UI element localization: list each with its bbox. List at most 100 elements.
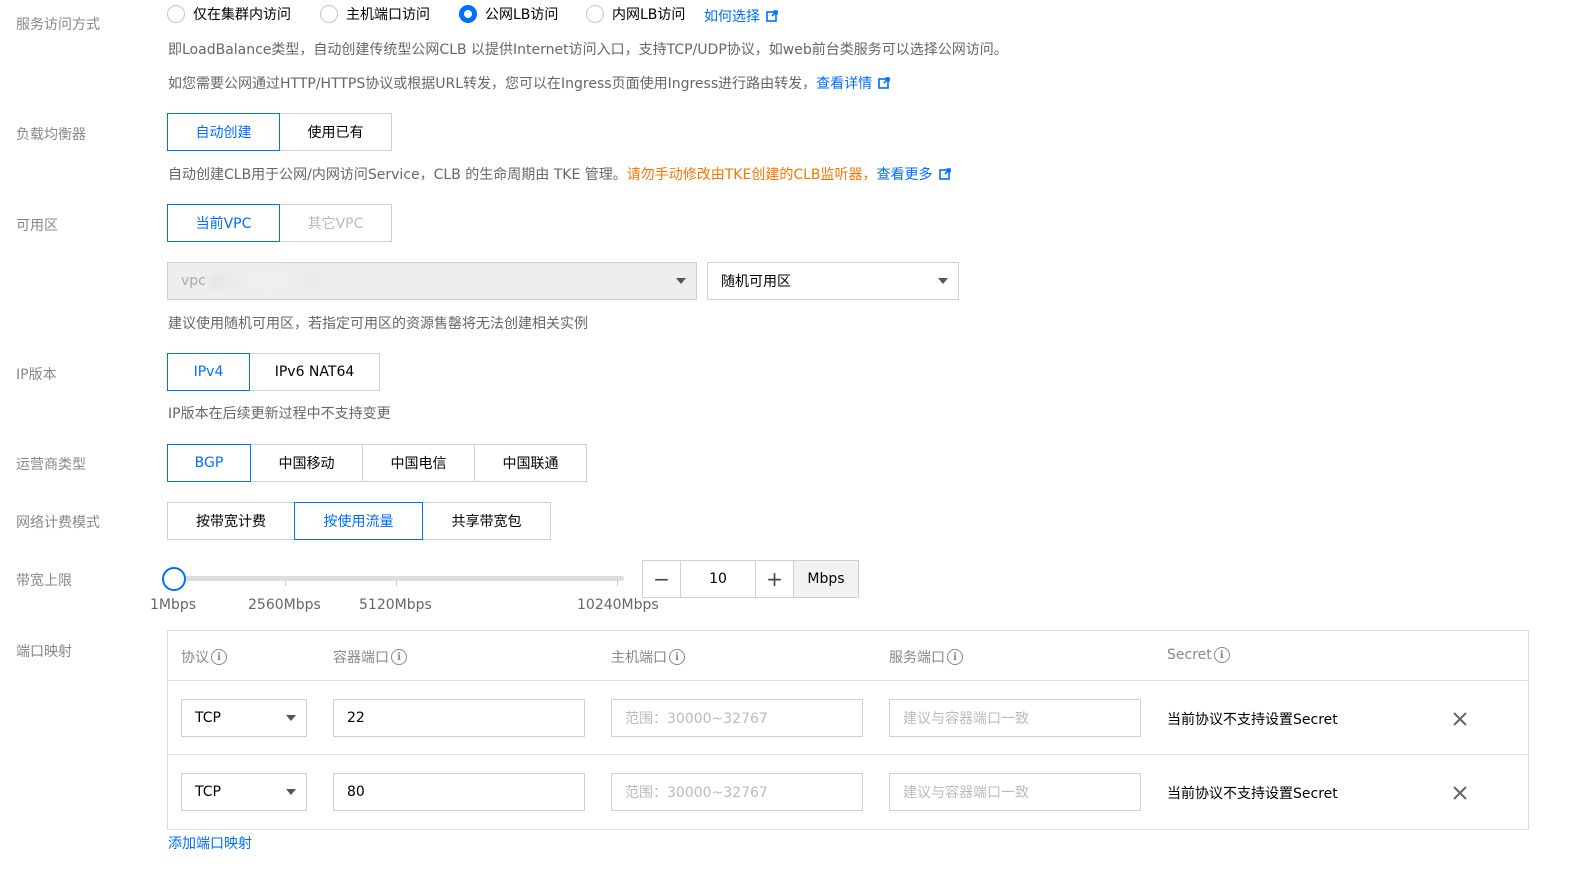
zone-select[interactable]: 随机可用区 [707, 262, 959, 300]
availability-zone-label: 可用区 [16, 218, 58, 234]
chevron-down-icon [676, 278, 686, 284]
isp-china-unicom-button[interactable]: 中国联通 [474, 444, 587, 482]
slider-tick [285, 580, 286, 586]
bandwidth-value-input[interactable]: 10 [680, 560, 756, 598]
radio-host-port[interactable]: 主机端口访问 [320, 4, 430, 24]
port-mapping-label: 端口映射 [16, 644, 72, 660]
radio-circle-checked[interactable] [459, 5, 477, 23]
container-port-input[interactable]: 80 [333, 773, 585, 811]
bandwidth-stepper: − 10 + Mbps [642, 560, 859, 598]
bandwidth-slider-handle[interactable] [162, 567, 186, 591]
bandwidth-slider-track[interactable] [174, 576, 624, 581]
info-icon[interactable]: i [947, 649, 963, 665]
load-balancer-warning: 请勿手动修改由TKE创建的CLB监听器， [626, 167, 877, 183]
radio-circle[interactable] [320, 5, 338, 23]
load-balancer-desc: 自动创建CLB用于公网/内网访问Service，CLB 的生命周期由 TKE 管… [168, 167, 627, 183]
external-link-icon [938, 168, 951, 180]
radio-cluster-only[interactable]: 仅在集群内访问 [167, 4, 291, 24]
use-existing-button[interactable]: 使用已有 [279, 113, 392, 151]
ipv4-button[interactable]: IPv4 [167, 353, 250, 391]
view-details-text: 查看详情 [816, 76, 873, 92]
info-icon[interactable]: i [211, 649, 227, 665]
radio-circle[interactable] [167, 5, 185, 23]
radio-label: 仅在集群内访问 [193, 7, 291, 23]
chevron-down-icon [286, 715, 296, 721]
service-access-label: 服务访问方式 [16, 17, 100, 33]
protocol-select[interactable]: TCP [181, 699, 307, 737]
view-more-link[interactable]: 查看更多 [877, 167, 951, 183]
radio-public-lb[interactable]: 公网LB访问 [459, 4, 558, 24]
ip-version-label: IP版本 [16, 367, 57, 383]
vpc-id-redacted [209, 273, 320, 289]
table-row: TCP 22 范围：30000~32767 建议与容器端口一致 当前协议不支持设… [168, 681, 1528, 755]
isp-bgp-button[interactable]: BGP [167, 444, 251, 482]
billing-mode-label: 网络计费模式 [16, 515, 100, 531]
header-container-port: 容器端口 i [333, 647, 407, 667]
external-link-icon [766, 10, 778, 22]
load-balancer-desc-row: 自动创建CLB用于公网/内网访问Service，CLB 的生命周期由 TKE 管… [168, 164, 951, 184]
protocol-select-value: TCP [195, 710, 221, 726]
ip-version-desc: IP版本在后续更新过程中不支持变更 [168, 406, 391, 422]
availability-zone-desc: 建议使用随机可用区，若指定可用区的资源售罄将无法创建相关实例 [168, 316, 588, 332]
service-access-desc2-row: 如您需要公网通过HTTP/HTTPS协议或根据URL转发，您可以在Ingress… [168, 73, 890, 93]
vpc-select: vpc [167, 262, 697, 300]
info-icon[interactable]: i [669, 649, 685, 665]
slider-tick-label-min: 1Mbps [150, 597, 197, 613]
auto-create-button[interactable]: 自动创建 [167, 113, 280, 151]
header-protocol: 协议 i [181, 647, 227, 667]
host-port-input[interactable]: 范围：30000~32767 [611, 773, 863, 811]
vpc-segmented: 当前VPC 其它VPC [167, 204, 392, 242]
service-access-desc1: 即LoadBalance类型，自动创建传统型公网CLB 以提供Internet访… [168, 42, 1008, 58]
increment-button[interactable]: + [755, 560, 794, 598]
isp-china-mobile-button[interactable]: 中国移动 [250, 444, 363, 482]
zone-select-value: 随机可用区 [721, 274, 791, 290]
bandwidth-unit: Mbps [793, 560, 859, 598]
radio-label: 公网LB访问 [485, 7, 559, 23]
slider-tick [617, 580, 618, 586]
port-mapping-table: 协议 i 容器端口 i 主机端口 i 服务端口 i Secret i TCP 22 范围：… [167, 630, 1529, 830]
protocol-select-value: TCP [195, 784, 221, 800]
load-balancer-label: 负载均衡器 [16, 127, 86, 143]
radio-circle[interactable] [586, 5, 604, 23]
close-icon[interactable] [1450, 709, 1470, 729]
service-port-input[interactable]: 建议与容器端口一致 [889, 699, 1141, 737]
view-details-link[interactable]: 查看详情 [816, 76, 890, 92]
ipv6-nat64-button[interactable]: IPv6 NAT64 [249, 353, 380, 391]
info-icon[interactable]: i [391, 649, 407, 665]
slider-tick-label: 2560Mbps [248, 597, 321, 613]
port-mapping-header: 协议 i 容器端口 i 主机端口 i 服务端口 i Secret i [168, 631, 1528, 681]
bill-by-bandwidth-button[interactable]: 按带宽计费 [167, 502, 295, 540]
bandwidth-label: 带宽上限 [16, 573, 72, 589]
chevron-down-icon [938, 278, 948, 284]
how-to-choose-link[interactable]: 如何选择 [704, 6, 778, 26]
external-link-icon [878, 77, 890, 89]
current-vpc-button[interactable]: 当前VPC [167, 204, 280, 242]
header-secret: Secret i [1167, 647, 1230, 663]
bill-by-traffic-button[interactable]: 按使用流量 [294, 502, 423, 540]
isp-china-telecom-button[interactable]: 中国电信 [362, 444, 475, 482]
header-host-port-text: 主机端口 [611, 650, 667, 666]
radio-label: 主机端口访问 [346, 7, 430, 23]
container-port-input[interactable]: 22 [333, 699, 585, 737]
how-to-choose-text: 如何选择 [704, 9, 760, 25]
header-container-port-text: 容器端口 [333, 650, 389, 666]
slider-tick-label: 5120Mbps [359, 597, 432, 613]
isp-type-segmented: BGP 中国移动 中国电信 中国联通 [167, 444, 587, 482]
billing-mode-segmented: 按带宽计费 按使用流量 共享带宽包 [167, 502, 551, 540]
radio-internal-lb[interactable]: 内网LB访问 [586, 4, 685, 24]
table-row: TCP 80 范围：30000~32767 建议与容器端口一致 当前协议不支持设… [168, 755, 1528, 829]
secret-note: 当前协议不支持设置Secret [1167, 712, 1338, 728]
header-host-port: 主机端口 i [611, 647, 685, 667]
protocol-select[interactable]: TCP [181, 773, 307, 811]
info-icon[interactable]: i [1213, 647, 1230, 663]
header-protocol-text: 协议 [181, 650, 209, 666]
shared-bandwidth-package-button[interactable]: 共享带宽包 [422, 502, 551, 540]
host-port-input[interactable]: 范围：30000~32767 [611, 699, 863, 737]
vpc-select-value: vpc [181, 273, 206, 289]
view-more-text: 查看更多 [876, 167, 933, 183]
decrement-button[interactable]: − [642, 560, 681, 598]
service-port-input[interactable]: 建议与容器端口一致 [889, 773, 1141, 811]
ip-version-segmented: IPv4 IPv6 NAT64 [167, 353, 380, 391]
add-port-mapping-link[interactable]: 添加端口映射 [168, 833, 252, 853]
close-icon[interactable] [1450, 783, 1470, 803]
